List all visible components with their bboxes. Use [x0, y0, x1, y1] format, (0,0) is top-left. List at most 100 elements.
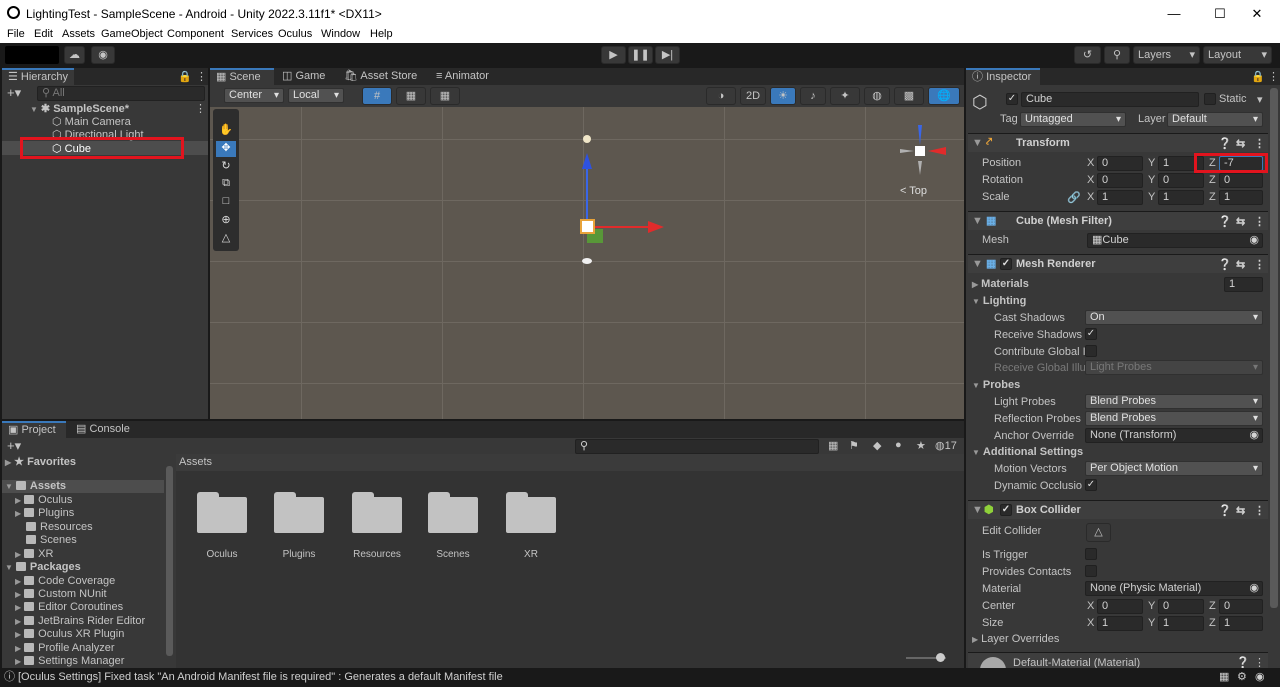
- add-asset-icon[interactable]: +▾: [7, 438, 21, 454]
- menu-help[interactable]: Help: [370, 28, 393, 40]
- minimize-button[interactable]: —: [1151, 0, 1197, 27]
- mesh-field[interactable]: ▦Cube ◉: [1087, 233, 1263, 248]
- gizmos-icon[interactable]: 🌐: [928, 87, 960, 105]
- reflection-probes-dropdown[interactable]: Blend Probes: [1085, 411, 1263, 426]
- mesh-filter-header[interactable]: ▼ ▦ Cube (Mesh Filter) ❔ ⇆ ⋮: [968, 211, 1268, 230]
- audio-icon[interactable]: ♪: [800, 87, 826, 105]
- scale-z-field[interactable]: 1: [1219, 190, 1263, 205]
- packages-node[interactable]: ▼ Packages: [5, 561, 81, 573]
- component-menu-icon[interactable]: ⋮: [1254, 504, 1265, 517]
- rotation-x-field[interactable]: 0: [1097, 173, 1143, 188]
- move-tool-icon[interactable]: ✥: [216, 141, 236, 157]
- size-z-field[interactable]: 1: [1219, 616, 1263, 631]
- package-item[interactable]: ▶ Code Coverage: [15, 575, 115, 587]
- hidden-objects-icon[interactable]: ◍: [864, 87, 890, 105]
- layout-dropdown[interactable]: Layout ▾: [1203, 46, 1272, 64]
- mesh-renderer-header[interactable]: ▼ ▦ ✓ Mesh Renderer ❔ ⇆ ⋮: [968, 254, 1268, 273]
- preset-icon[interactable]: ⇆: [1236, 258, 1245, 271]
- rotation-z-field[interactable]: 0: [1219, 173, 1263, 188]
- project-search-input[interactable]: ⚲: [575, 439, 819, 454]
- scene-root[interactable]: ▼ ✱ SampleScene*: [30, 102, 129, 115]
- center-y-field[interactable]: 0: [1158, 599, 1204, 614]
- notification-icon[interactable]: ◉: [1255, 668, 1265, 687]
- rotation-y-field[interactable]: 0: [1158, 173, 1204, 188]
- cast-shadows-dropdown[interactable]: On: [1085, 310, 1263, 325]
- inspector-scrollbar[interactable]: [1270, 88, 1278, 608]
- filter-label-icon[interactable]: ⚑: [849, 439, 859, 452]
- tree-folder-oculus[interactable]: ▶ Oculus: [15, 494, 72, 506]
- contribute-gi-checkbox[interactable]: [1085, 345, 1097, 357]
- center-z-field[interactable]: 0: [1219, 599, 1263, 614]
- tree-scrollbar[interactable]: [166, 466, 173, 656]
- lock-icon[interactable]: 🔒: [1251, 70, 1265, 83]
- preset-icon[interactable]: ⇆: [1236, 215, 1245, 228]
- motion-vectors-dropdown[interactable]: Per Object Motion: [1085, 461, 1263, 476]
- history-icon[interactable]: ↺: [1074, 46, 1101, 64]
- scale-x-field[interactable]: 1: [1097, 190, 1143, 205]
- lock-icon[interactable]: 🔒: [178, 70, 192, 83]
- box-collider-header[interactable]: ▼ ⬢ ✓ Box Collider ❔ ⇆ ⋮: [968, 500, 1268, 519]
- receive-shadows-checkbox[interactable]: ✓: [1085, 328, 1097, 340]
- package-item[interactable]: ▶ Custom NUnit: [15, 588, 107, 600]
- pivot-dropdown[interactable]: Center: [224, 88, 284, 103]
- menu-component[interactable]: Component: [167, 28, 224, 40]
- tree-folder-xr[interactable]: ▶ XR: [15, 548, 53, 560]
- assets-node[interactable]: ▼ Assets: [5, 480, 66, 492]
- package-item[interactable]: ▶ Editor Coroutines: [15, 601, 123, 613]
- scene-menu-icon[interactable]: ⋮: [195, 102, 206, 115]
- transform-tool-icon[interactable]: ⊕: [216, 213, 236, 229]
- hidden-count[interactable]: ◍17: [935, 439, 957, 452]
- help-icon[interactable]: ❔: [1218, 258, 1232, 271]
- asset-label-oculus[interactable]: Oculus: [187, 549, 257, 560]
- tab-console[interactable]: ▤ Console: [70, 421, 136, 438]
- edit-collider-button[interactable]: △: [1086, 523, 1111, 542]
- preset-icon[interactable]: ⇆: [1236, 137, 1245, 150]
- tab-game[interactable]: ◫ Game: [276, 68, 331, 85]
- hierarchy-search-input[interactable]: ⚲ All: [37, 86, 205, 101]
- size-y-field[interactable]: 1: [1158, 616, 1204, 631]
- lighting-icon[interactable]: ☀: [770, 87, 796, 105]
- materials-foldout[interactable]: ▶ Materials: [972, 278, 1029, 290]
- tab-asset-store[interactable]: 🛍 Asset Store: [338, 68, 423, 85]
- asset-label-plugins[interactable]: Plugins: [264, 549, 334, 560]
- collider-material-field[interactable]: None (Physic Material) ◉: [1085, 581, 1263, 596]
- help-icon[interactable]: ❔: [1236, 656, 1250, 668]
- scale-tool-icon[interactable]: ⧉: [216, 177, 236, 193]
- cloud-icon[interactable]: ☁: [64, 46, 85, 64]
- probes-foldout[interactable]: ▼ Probes: [972, 379, 1020, 391]
- menu-file[interactable]: File: [7, 28, 25, 40]
- preset-icon[interactable]: ⇆: [1236, 504, 1245, 517]
- tree-folder-plugins[interactable]: ▶ Plugins: [15, 507, 74, 519]
- shading-mode-icon[interactable]: ◑: [706, 87, 736, 105]
- help-icon[interactable]: ❔: [1218, 504, 1232, 517]
- rect-tool-icon[interactable]: □: [216, 195, 236, 211]
- material-header[interactable]: Default-Material (Material) ❔ ⋮: [968, 652, 1268, 668]
- menu-services[interactable]: Services: [231, 28, 273, 40]
- add-icon[interactable]: +▾: [7, 85, 21, 101]
- folder-icon[interactable]: [506, 492, 556, 533]
- menu-oculus[interactable]: Oculus: [278, 28, 312, 40]
- lighting-foldout[interactable]: ▼ Lighting: [972, 295, 1026, 307]
- layers-dropdown[interactable]: Layers ▾: [1133, 46, 1200, 64]
- asset-label-scenes[interactable]: Scenes: [418, 549, 488, 560]
- package-item[interactable]: ▶ Profile Analyzer: [15, 642, 115, 654]
- view-label[interactable]: < Top: [900, 185, 927, 197]
- search-icon[interactable]: ⚲: [1104, 46, 1130, 64]
- favorites-node[interactable]: ▶ ★ Favorites: [5, 455, 76, 468]
- menu-gameobject[interactable]: GameObject: [101, 28, 163, 40]
- tab-animator[interactable]: ≡ Animator: [430, 68, 495, 85]
- favorite-icon[interactable]: ★: [916, 439, 926, 452]
- tag-icon[interactable]: ◆: [873, 439, 881, 452]
- folder-icon[interactable]: [352, 492, 402, 533]
- hierarchy-item-main-camera[interactable]: ⬡ Main Camera: [52, 115, 131, 128]
- folder-icon[interactable]: [197, 492, 247, 533]
- rotate-tool-icon[interactable]: ↻: [216, 159, 236, 175]
- breadcrumb[interactable]: Assets: [176, 454, 964, 471]
- component-menu-icon[interactable]: ⋮: [1254, 215, 1265, 228]
- static-dropdown-icon[interactable]: ▾: [1257, 93, 1263, 106]
- pause-button[interactable]: ❚❚: [628, 46, 653, 64]
- hand-tool-icon[interactable]: ✋: [216, 123, 236, 139]
- layer-overrides-foldout[interactable]: ▶ Layer Overrides: [972, 633, 1059, 645]
- asset-label-resources[interactable]: Resources: [342, 549, 412, 560]
- size-x-field[interactable]: 1: [1097, 616, 1143, 631]
